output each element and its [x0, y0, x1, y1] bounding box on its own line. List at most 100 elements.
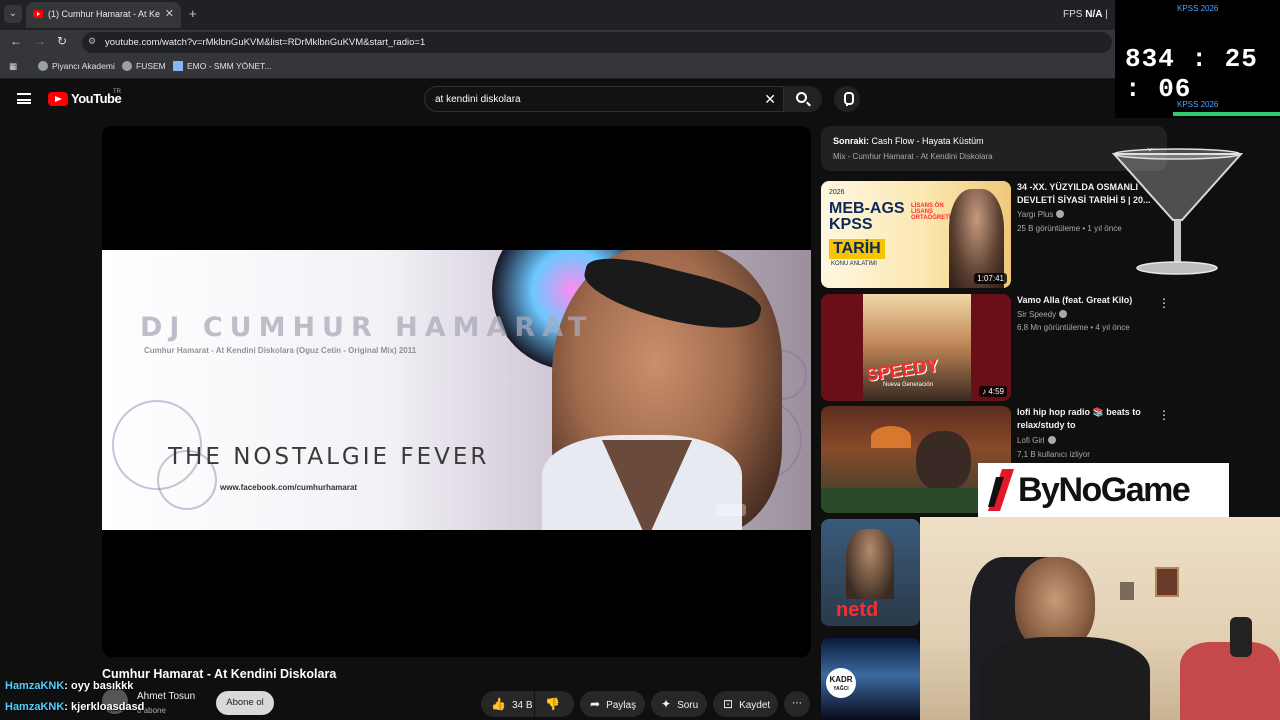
- sparkle-icon: ✦: [661, 697, 672, 711]
- wall-picture: [1120, 582, 1134, 600]
- recommendation-thumbnail[interactable]: SPEEDY Nueva Generación ♪ 4:59: [821, 294, 1011, 401]
- search-button[interactable]: [784, 86, 822, 112]
- lofi-girl-figure: [916, 431, 971, 491]
- region-code: TR: [113, 89, 121, 95]
- fps-indicator: FPS N/A |: [1063, 9, 1108, 20]
- fps-label: FPS: [1063, 9, 1083, 20]
- share-icon: ➦: [590, 697, 601, 711]
- sponsor-name: ByNoGame: [1018, 471, 1191, 509]
- site-icon: [173, 61, 183, 71]
- globe-icon: [122, 61, 132, 71]
- globe-icon: [38, 61, 48, 71]
- menu-icon[interactable]: [17, 93, 31, 104]
- frame-title: DJ CUMHUR HAMARAT: [140, 312, 594, 343]
- thumbs-up-icon: 👍: [491, 697, 506, 711]
- channel-name[interactable]: Ahmet Tosun: [137, 691, 195, 702]
- netd-logo: netd: [836, 599, 879, 621]
- chat-message: HamzaKNK: oyy basıkkk: [5, 680, 133, 692]
- verified-icon: [1059, 310, 1068, 318]
- more-actions-button[interactable]: ⋯: [784, 691, 810, 717]
- up-next-title: Cash Flow - Hayata Küstüm: [871, 136, 984, 146]
- recommendation-channel[interactable]: Sir Speedy: [1017, 310, 1068, 319]
- video-title: Cumhur Hamarat - At Kendini Diskolara: [102, 667, 337, 681]
- chat-text: : oyy basıkkk: [64, 680, 134, 692]
- youtube-header: YouTube TR at kendini diskolara ✕: [0, 80, 1280, 120]
- verified-icon: [1047, 436, 1056, 444]
- chat-message: HamzaKNK: kjerkloasdasd: [5, 701, 144, 713]
- thumbs-down-icon: 👎: [545, 697, 560, 711]
- tab-search-button[interactable]: ⌄: [4, 5, 22, 23]
- microphone-icon: [1230, 617, 1252, 657]
- up-next-prefix: Sonraki:: [833, 136, 870, 146]
- recommendation-title[interactable]: lofi hip hop radio 📚 beats to relax/stud…: [1017, 406, 1152, 432]
- chat-user: HamzaKNK: [5, 701, 65, 713]
- kadr-logo: KADR YAĞCI: [826, 668, 856, 698]
- share-button[interactable]: ➦ Paylaş: [580, 691, 645, 717]
- more-vertical-icon[interactable]: ⋮: [1158, 296, 1170, 310]
- youtube-favicon-icon: [33, 10, 43, 18]
- martini-glass-icon: [1111, 148, 1244, 275]
- save-button[interactable]: ⊡ Kaydet: [713, 691, 778, 717]
- video-frame: DJ CUMHUR HAMARAT Cumhur Hamarat - At Ke…: [102, 250, 811, 530]
- recommendation-channel[interactable]: Lofi Girl: [1017, 436, 1056, 445]
- recommendation-channel[interactable]: Yargı Plus: [1017, 210, 1065, 219]
- address-bar[interactable]: ⚙ youtube.com/watch?v=rMklbnGuKVM&list=R…: [82, 32, 1112, 53]
- more-vertical-icon[interactable]: ⋮: [1158, 408, 1170, 422]
- timer-label-bottom: KPSS 2026: [1177, 100, 1219, 109]
- chat-text: : kjerkloasdasd: [64, 701, 145, 713]
- browser-tab-strip: ⌄ (1) Cumhur Hamarat - At Kendini Diskol…: [0, 0, 1280, 30]
- bookmark-emo[interactable]: EMO - SMM YÖNET...: [173, 61, 271, 71]
- wall-frame: [1155, 567, 1179, 597]
- bynogame-logo-icon: [988, 469, 1014, 511]
- search-query[interactable]: at kendini diskolara: [435, 94, 521, 105]
- recommendation-thumbnail[interactable]: 2026 MEB-AGS KPSS LİSANS ÖN LİSANS ORTAÖĞ…: [821, 181, 1011, 288]
- countdown-timer: KPSS 2026 834 : 25 : 06 KPSS 2026: [1115, 0, 1280, 118]
- timer-label-top: KPSS 2026: [1177, 4, 1219, 13]
- url-text: youtube.com/watch?v=rMklbnGuKVM&list=RDr…: [105, 37, 426, 48]
- ask-button[interactable]: ✦ Soru: [651, 691, 707, 717]
- voice-search-icon[interactable]: [834, 86, 860, 112]
- clear-search-icon[interactable]: ✕: [764, 91, 776, 108]
- bookmark-fusem[interactable]: FUSEM: [122, 61, 166, 71]
- frame-tagline: THE NOSTALGIE FEVER: [168, 444, 490, 470]
- like-button[interactable]: 👍 34 B: [481, 691, 534, 717]
- recommendation-thumbnail[interactable]: netd: [821, 519, 920, 626]
- timer-value: 834 : 25 : 06: [1125, 44, 1258, 104]
- fps-value: N/A: [1085, 9, 1103, 20]
- bookmarks-bar: ▦ Piyancı Akademi FUSEM EMO - SMM YÖNET.…: [0, 55, 1280, 79]
- up-next-playlist: Mix - Cumhur Hamarat - At Kendini Diskol…: [833, 152, 993, 161]
- webcam-feed: [920, 517, 1280, 720]
- site-info-icon[interactable]: ⚙: [88, 36, 96, 47]
- tab-title: (1) Cumhur Hamarat - At Kendini Diskolar…: [48, 9, 160, 19]
- recommendation-title[interactable]: Vamo Alla (feat. Great Kilo): [1017, 294, 1152, 307]
- chat-user: HamzaKNK: [5, 680, 65, 692]
- forward-arrow-icon[interactable]: →: [34, 34, 46, 48]
- new-tab-button[interactable]: +: [189, 6, 197, 21]
- apps-grid-icon[interactable]: ▦: [9, 61, 17, 72]
- close-tab-icon[interactable]: ✕: [165, 7, 174, 20]
- recommendation-meta: 25 B görüntüleme • 1 yıl önce: [1017, 224, 1122, 233]
- bookmark-icon: ⊡: [723, 697, 734, 711]
- search-input[interactable]: at kendini diskolara ✕: [424, 86, 784, 112]
- recommendation-thumbnail[interactable]: KADR YAĞCI: [821, 638, 920, 720]
- frame-subtitle: Cumhur Hamarat - At Kendini Diskolara (O…: [144, 346, 417, 355]
- subscribe-button[interactable]: Abone ol: [216, 691, 274, 715]
- recommendation-meta: 7,1 B kullanıcı izliyor: [1017, 450, 1090, 459]
- timer-progress-bar: [1173, 112, 1280, 116]
- search-icon: [796, 92, 807, 103]
- reload-icon[interactable]: ↻: [57, 34, 67, 48]
- recommendation-meta: 6,8 Mn görüntüleme • 4 yıl önce: [1017, 323, 1130, 332]
- frame-link: www.facebook.com/cumhurhamarat: [220, 483, 358, 492]
- bookmark-piyanci[interactable]: Piyancı Akademi: [38, 61, 115, 71]
- verified-icon: [1056, 210, 1065, 218]
- video-duration: 1:07:41: [974, 273, 1007, 284]
- dislike-button[interactable]: 👎: [535, 691, 574, 717]
- sponsor-banner: ByNoGame: [978, 463, 1229, 517]
- youtube-logo-icon[interactable]: [48, 92, 68, 106]
- video-duration: ♪ 4:59: [979, 386, 1007, 397]
- video-player[interactable]: DJ CUMHUR HAMARAT Cumhur Hamarat - At Ke…: [102, 126, 811, 657]
- browser-tab[interactable]: (1) Cumhur Hamarat - At Kendini Diskolar…: [26, 2, 181, 28]
- more-icon: ⋯: [792, 698, 802, 709]
- back-arrow-icon[interactable]: ←: [10, 34, 22, 48]
- lamp: [871, 426, 911, 448]
